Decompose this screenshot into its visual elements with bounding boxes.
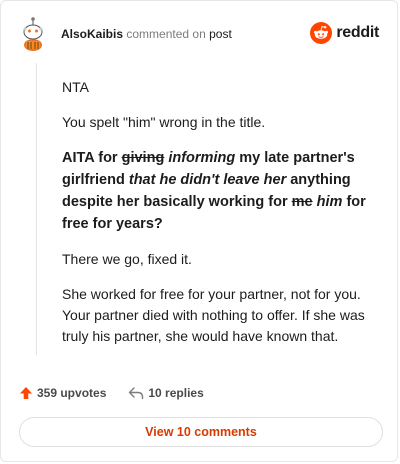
title-struck-word-1: giving [121, 150, 165, 166]
upvote-control[interactable]: 359 upvotes [19, 386, 106, 400]
reddit-wordmark: reddit [336, 24, 379, 41]
post-link[interactable]: post [209, 27, 232, 41]
title-italic-3: him [312, 194, 343, 210]
comment-body: NTA You spelt "him" wrong in the title. … [62, 77, 382, 361]
comment-paragraph-2: You spelt "him" wrong in the title. [62, 114, 266, 130]
title-struck-word-2: me [291, 194, 313, 210]
comment-footer: 359 upvotes 10 replies [19, 381, 204, 405]
rewritten-title: AITA for giving informing my late partne… [62, 147, 382, 235]
comment-paragraph-4: There we go, fixed it. [62, 251, 192, 267]
reddit-logo-icon [310, 22, 333, 44]
upvote-count: 359 upvotes [37, 386, 107, 400]
thread-line[interactable] [36, 63, 37, 355]
comment-byline: AlsoKaibis commented on post [61, 27, 232, 41]
reply-count: 10 replies [148, 386, 204, 400]
view-comments-button[interactable]: View 10 comments [19, 417, 383, 447]
comment-card: AlsoKaibis commented on post reddit NTA … [0, 0, 398, 462]
comment-header: AlsoKaibis commented on post reddit [15, 15, 383, 51]
username-link[interactable]: AlsoKaibis [61, 27, 123, 41]
title-italic-2: that he didn't leave her [128, 172, 287, 188]
comment-paragraph-5: She worked for free for your partner, no… [62, 286, 365, 344]
reddit-brand[interactable]: reddit [310, 21, 379, 45]
user-avatar[interactable] [15, 15, 51, 51]
title-prefix: AITA for [62, 150, 122, 166]
action-text: commented on [126, 27, 206, 41]
reply-arrow-icon [129, 387, 144, 400]
comment-paragraph-1: NTA [62, 79, 89, 95]
title-italic-1: informing [164, 150, 236, 166]
replies-control[interactable]: 10 replies [128, 386, 204, 400]
upvote-arrow-icon[interactable] [19, 386, 33, 400]
